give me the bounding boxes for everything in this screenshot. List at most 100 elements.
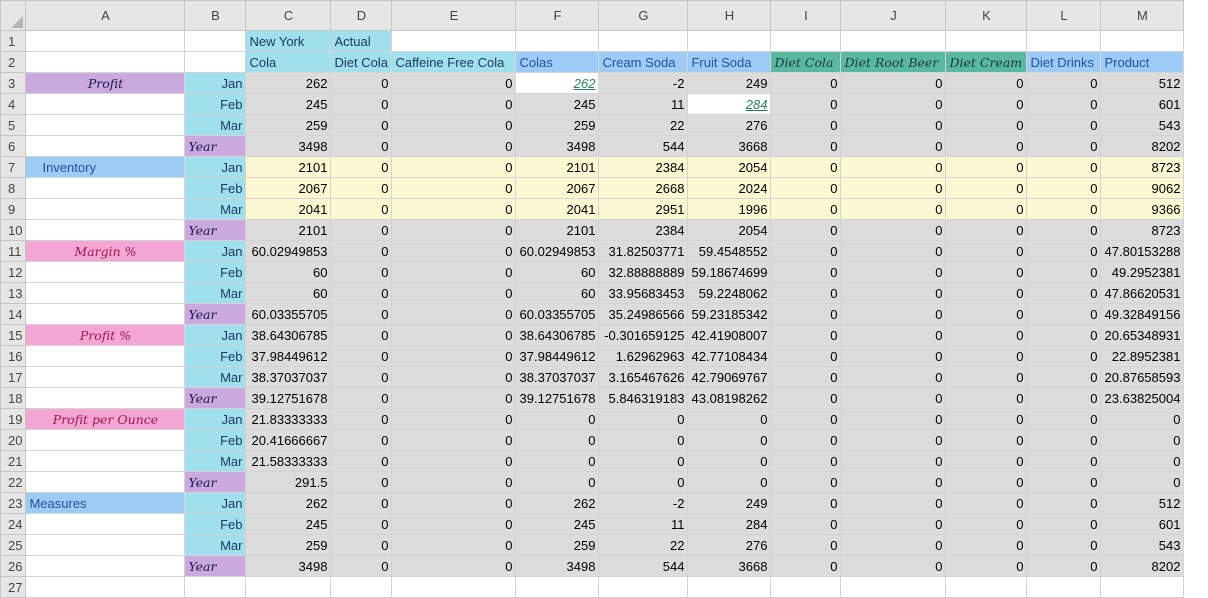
cell-c16[interactable]: 37.98449612	[245, 345, 332, 367]
row-header-15[interactable]: 15	[0, 324, 27, 346]
cell-g3[interactable]: -2	[598, 72, 689, 94]
row-header-2[interactable]: 2	[0, 51, 27, 73]
column-header-i[interactable]: I	[770, 0, 842, 31]
cell-e9[interactable]: 0	[391, 198, 517, 220]
cell-h6[interactable]: 3668	[687, 135, 772, 157]
cell-e15[interactable]: 0	[391, 324, 517, 346]
cell-i16[interactable]: 0	[770, 345, 842, 367]
select-all-corner[interactable]	[0, 0, 27, 31]
cell-a16[interactable]	[25, 345, 186, 367]
cell-i21[interactable]: 0	[770, 450, 842, 472]
cell-c9[interactable]: 2041	[245, 198, 332, 220]
cell-b11[interactable]: Jan	[184, 240, 247, 262]
cell-f14[interactable]: 60.03355705	[515, 303, 600, 325]
cell-a17[interactable]	[25, 366, 186, 388]
cell-l24[interactable]: 0	[1026, 513, 1102, 535]
cell-c10[interactable]: 2101	[245, 219, 332, 241]
cell-l7[interactable]: 0	[1026, 156, 1102, 178]
cell-a12[interactable]	[25, 261, 186, 283]
cell-e21[interactable]: 0	[391, 450, 517, 472]
cell-f12[interactable]: 60	[515, 261, 600, 283]
cell-m4[interactable]: 601	[1100, 93, 1185, 115]
cell-l8[interactable]: 0	[1026, 177, 1102, 199]
cell-f3[interactable]: 262	[515, 72, 600, 94]
cell-d19[interactable]: 0	[330, 408, 393, 430]
cell-f7[interactable]: 2101	[515, 156, 600, 178]
cell-b26[interactable]: Year	[184, 555, 247, 577]
cell-k22[interactable]: 0	[945, 471, 1028, 493]
cell-i8[interactable]: 0	[770, 177, 842, 199]
cell-f27[interactable]	[515, 576, 600, 598]
cell-i25[interactable]: 0	[770, 534, 842, 556]
cell-k2[interactable]: Diet Cream	[945, 51, 1028, 73]
cell-k23[interactable]: 0	[945, 492, 1028, 514]
cell-e7[interactable]: 0	[391, 156, 517, 178]
cell-d18[interactable]: 0	[330, 387, 393, 409]
cell-g1[interactable]	[598, 30, 689, 52]
cell-h23[interactable]: 249	[687, 492, 772, 514]
cell-k11[interactable]: 0	[945, 240, 1028, 262]
cell-m8[interactable]: 9062	[1100, 177, 1185, 199]
cell-d7[interactable]: 0	[330, 156, 393, 178]
cell-c26[interactable]: 3498	[245, 555, 332, 577]
column-header-m[interactable]: M	[1100, 0, 1185, 31]
cell-m3[interactable]: 512	[1100, 72, 1185, 94]
cell-d23[interactable]: 0	[330, 492, 393, 514]
cell-j5[interactable]: 0	[840, 114, 947, 136]
cell-e4[interactable]: 0	[391, 93, 517, 115]
cell-l21[interactable]: 0	[1026, 450, 1102, 472]
cell-i13[interactable]: 0	[770, 282, 842, 304]
cell-l3[interactable]: 0	[1026, 72, 1102, 94]
cell-l17[interactable]: 0	[1026, 366, 1102, 388]
cell-a13[interactable]	[25, 282, 186, 304]
cell-l4[interactable]: 0	[1026, 93, 1102, 115]
cell-d11[interactable]: 0	[330, 240, 393, 262]
row-header-11[interactable]: 11	[0, 240, 27, 262]
cell-g8[interactable]: 2668	[598, 177, 689, 199]
cell-d27[interactable]	[330, 576, 393, 598]
cell-l10[interactable]: 0	[1026, 219, 1102, 241]
cell-h16[interactable]: 42.77108434	[687, 345, 772, 367]
cell-m13[interactable]: 47.86620531	[1100, 282, 1185, 304]
cell-h1[interactable]	[687, 30, 772, 52]
cell-b15[interactable]: Jan	[184, 324, 247, 346]
row-header-17[interactable]: 17	[0, 366, 27, 388]
cell-d22[interactable]: 0	[330, 471, 393, 493]
cell-h24[interactable]: 284	[687, 513, 772, 535]
cell-f23[interactable]: 262	[515, 492, 600, 514]
cell-k27[interactable]	[945, 576, 1028, 598]
cell-a18[interactable]	[25, 387, 186, 409]
column-header-j[interactable]: J	[840, 0, 947, 31]
cell-h9[interactable]: 1996	[687, 198, 772, 220]
cell-m25[interactable]: 543	[1100, 534, 1185, 556]
cell-b16[interactable]: Feb	[184, 345, 247, 367]
cell-d13[interactable]: 0	[330, 282, 393, 304]
column-header-d[interactable]: D	[330, 0, 393, 31]
cell-g9[interactable]: 2951	[598, 198, 689, 220]
cell-i17[interactable]: 0	[770, 366, 842, 388]
cell-h8[interactable]: 2024	[687, 177, 772, 199]
cell-l19[interactable]: 0	[1026, 408, 1102, 430]
cell-i11[interactable]: 0	[770, 240, 842, 262]
cell-k19[interactable]: 0	[945, 408, 1028, 430]
cell-a19[interactable]: Profit per Ounce	[25, 408, 186, 430]
cell-i2[interactable]: Diet Cola	[770, 51, 842, 73]
cell-g4[interactable]: 11	[598, 93, 689, 115]
cell-b23[interactable]: Jan	[184, 492, 247, 514]
cell-g14[interactable]: 35.24986566	[598, 303, 689, 325]
cell-i24[interactable]: 0	[770, 513, 842, 535]
cell-h7[interactable]: 2054	[687, 156, 772, 178]
cell-d14[interactable]: 0	[330, 303, 393, 325]
cell-c1[interactable]: New York	[245, 30, 332, 52]
cell-b13[interactable]: Mar	[184, 282, 247, 304]
cell-h11[interactable]: 59.4548552	[687, 240, 772, 262]
cell-b5[interactable]: Mar	[184, 114, 247, 136]
cell-k17[interactable]: 0	[945, 366, 1028, 388]
cell-g6[interactable]: 544	[598, 135, 689, 157]
cell-j4[interactable]: 0	[840, 93, 947, 115]
cell-j6[interactable]: 0	[840, 135, 947, 157]
cell-k14[interactable]: 0	[945, 303, 1028, 325]
cell-m15[interactable]: 20.65348931	[1100, 324, 1185, 346]
cell-h15[interactable]: 42.41908007	[687, 324, 772, 346]
cell-m2[interactable]: Product	[1100, 51, 1185, 73]
